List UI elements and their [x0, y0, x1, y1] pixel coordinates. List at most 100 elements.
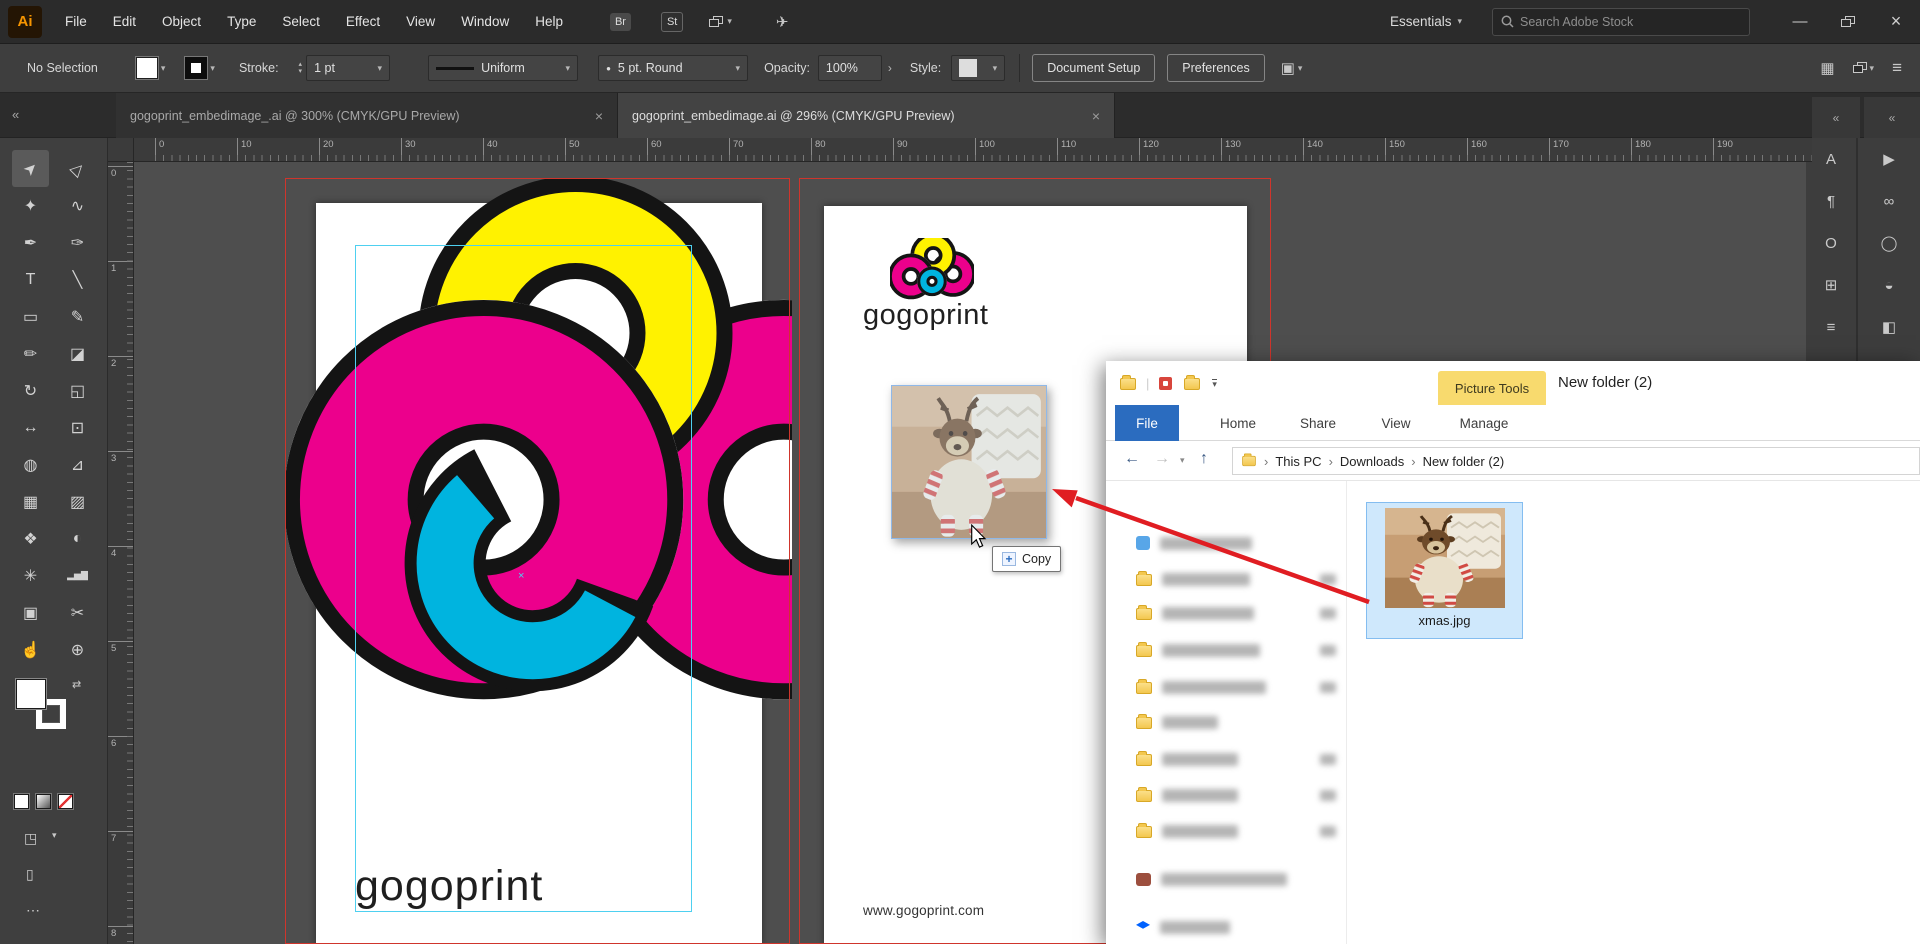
tool-pencil[interactable]: ✏: [12, 335, 49, 372]
tool-mesh[interactable]: ▦: [12, 483, 49, 520]
toolbar-collapse-icon[interactable]: «: [12, 107, 19, 122]
tool-type[interactable]: T: [12, 261, 49, 298]
breadcrumb-new-folder-(2)[interactable]: New folder (2): [1423, 454, 1505, 469]
tool-scale[interactable]: ◱: [59, 372, 96, 409]
dock-collapse-outer[interactable]: «: [1864, 97, 1920, 138]
tool-direct-selection[interactable]: ▷: [59, 150, 96, 187]
stroke-color-dropdown[interactable]: ▾: [185, 57, 215, 79]
color-mode-button[interactable]: [14, 794, 29, 809]
tool-artboard[interactable]: ▣: [12, 594, 49, 631]
sidebar-item-7[interactable]: [1136, 789, 1336, 802]
tab-close-icon[interactable]: ×: [595, 108, 603, 124]
sidebar-item-2[interactable]: [1136, 607, 1336, 620]
tool-perspective-grid[interactable]: ⊿: [59, 446, 96, 483]
breadcrumb-downloads[interactable]: Downloads: [1340, 454, 1404, 469]
workspace-switcher[interactable]: Essentials ▾: [1390, 14, 1462, 29]
links-panel[interactable]: ∞: [1858, 180, 1920, 222]
recent-locations-icon[interactable]: ▾: [1180, 455, 1185, 466]
opentype-panel[interactable]: O: [1806, 222, 1856, 264]
document-tab-2[interactable]: gogoprint_embedimage.ai @ 296% (CMYK/GPU…: [618, 93, 1115, 138]
tool-paintbrush[interactable]: ✎: [59, 298, 96, 335]
menu-window[interactable]: Window: [448, 0, 522, 44]
panel-menu-icon[interactable]: ≡: [1892, 58, 1902, 78]
brush-definition-dropdown[interactable]: ● 5 pt. Round ▾: [598, 55, 748, 81]
tool-line-segment[interactable]: ╲: [59, 261, 96, 298]
tool-selection[interactable]: ➤: [12, 150, 49, 187]
share-icon[interactable]: ✈: [776, 13, 789, 31]
tool-free-transform[interactable]: ⊡: [59, 409, 96, 446]
color-panel[interactable]: ◒: [1858, 264, 1920, 306]
tool-rectangle[interactable]: ▭: [12, 298, 49, 335]
opacity-field[interactable]: 100%: [818, 55, 882, 81]
style-dropdown[interactable]: ▾: [951, 55, 1005, 81]
breadcrumb[interactable]: ›This PC›Downloads›New folder (2): [1232, 447, 1920, 475]
bridge-icon[interactable]: Br: [610, 13, 631, 31]
ribbon-tab-file[interactable]: File: [1115, 405, 1179, 441]
menu-type[interactable]: Type: [214, 0, 269, 44]
dragged-image-ghost[interactable]: [891, 385, 1047, 539]
sidebar-item-6[interactable]: [1136, 753, 1336, 766]
file-item-xmas[interactable]: xmas.jpg: [1366, 502, 1523, 639]
picture-tools-contextual-tab[interactable]: Picture Tools: [1438, 371, 1546, 405]
ruler-origin-corner[interactable]: [108, 138, 134, 162]
dock-collapse-inner[interactable]: «: [1812, 97, 1860, 138]
search-input[interactable]: [1520, 15, 1720, 29]
gogoprint-logo-small[interactable]: [890, 238, 974, 300]
tool-shape-builder[interactable]: ◍: [12, 446, 49, 483]
menu-effect[interactable]: Effect: [333, 0, 393, 44]
draw-mode-button[interactable]: ◳: [24, 830, 37, 847]
tool-zoom[interactable]: ⊕: [59, 631, 96, 668]
stroke-weight-stepper[interactable]: ▴ ▾: [299, 61, 303, 75]
qat-icon-red[interactable]: [1159, 377, 1172, 390]
character-panel[interactable]: A: [1806, 138, 1856, 180]
website-text[interactable]: www.gogoprint.com: [863, 903, 984, 918]
screen-mode-button[interactable]: ▯: [26, 866, 34, 883]
ribbon-tab-home[interactable]: Home: [1206, 405, 1270, 441]
grid-options-icon[interactable]: ▦: [1820, 59, 1834, 77]
breadcrumb-this-pc[interactable]: This PC: [1275, 454, 1321, 469]
tool-hand[interactable]: ☝: [12, 631, 49, 668]
sidebar-item-10[interactable]: [1136, 921, 1336, 934]
document-tab-1[interactable]: gogoprint_embedimage_.ai @ 300% (CMYK/GP…: [116, 93, 618, 138]
menu-help[interactable]: Help: [522, 0, 576, 44]
brand-wordmark-large[interactable]: gogoprint: [355, 865, 543, 908]
menu-edit[interactable]: Edit: [100, 0, 149, 44]
qat-folder-icon[interactable]: [1184, 378, 1200, 390]
qat-customize-icon[interactable]: ▾: [1212, 379, 1217, 389]
opacity-flyout-icon[interactable]: ›: [888, 61, 892, 75]
ribbon-tab-manage[interactable]: Manage: [1448, 405, 1520, 441]
preferences-button[interactable]: Preferences: [1167, 54, 1264, 82]
stroke-weight-dropdown[interactable]: 1 pt ▾: [306, 55, 390, 81]
align-options-dropdown[interactable]: ▣ ▾: [1281, 59, 1303, 77]
menu-select[interactable]: Select: [269, 0, 333, 44]
menu-file[interactable]: File: [52, 0, 100, 44]
minimize-button[interactable]: —: [1776, 0, 1824, 44]
sidebar-item-3[interactable]: [1136, 644, 1336, 657]
tool-column-graph[interactable]: ▂▅▇: [59, 557, 96, 594]
sidebar-item-5[interactable]: [1136, 716, 1336, 729]
close-button[interactable]: ×: [1872, 0, 1920, 44]
fill-color-dropdown[interactable]: ▾: [136, 57, 166, 79]
tool-slice[interactable]: ✂: [59, 594, 96, 631]
menu-object[interactable]: Object: [149, 0, 214, 44]
tool-width[interactable]: ↔: [12, 409, 49, 446]
tab-close-icon[interactable]: ×: [1092, 108, 1100, 124]
tool-blend[interactable]: ◐: [59, 520, 96, 557]
tool-pen[interactable]: ✒: [12, 224, 49, 261]
gradient-mode-button[interactable]: [36, 794, 51, 809]
ribbon-tab-view[interactable]: View: [1368, 405, 1424, 441]
tool-rotate[interactable]: ↻: [12, 372, 49, 409]
document-arrange-dropdown[interactable]: ▾: [1853, 62, 1875, 74]
stroke-profile-dropdown[interactable]: Uniform ▾: [428, 55, 578, 81]
actions-panel[interactable]: ▶: [1858, 138, 1920, 180]
ribbon-tab-share[interactable]: Share: [1286, 405, 1350, 441]
align-panel[interactable]: ≡: [1806, 306, 1856, 348]
tool-eyedropper[interactable]: ❖: [12, 520, 49, 557]
tool-symbol-sprayer[interactable]: ✳: [12, 557, 49, 594]
arrange-documents-icon[interactable]: ▾: [709, 16, 732, 28]
transform-panel[interactable]: ⊞: [1806, 264, 1856, 306]
back-icon[interactable]: ←: [1124, 450, 1140, 468]
draw-mode-chevron-icon[interactable]: ▾: [52, 830, 57, 841]
menu-view[interactable]: View: [393, 0, 448, 44]
tool-magic-wand[interactable]: ✦: [12, 187, 49, 224]
